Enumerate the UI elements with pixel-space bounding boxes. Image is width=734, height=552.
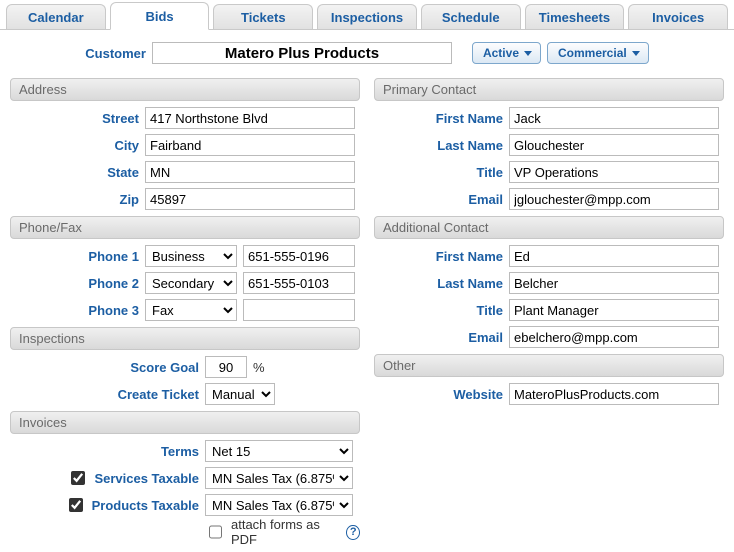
right-column: Primary Contact First Name Last Name Tit… (374, 74, 724, 546)
tab-tickets[interactable]: Tickets (213, 4, 313, 29)
tab-strip: Calendar Bids Tickets Inspections Schedu… (0, 0, 734, 30)
tab-invoices[interactable]: Invoices (628, 4, 728, 29)
section-inspections: Inspections (10, 327, 360, 350)
type-dropdown[interactable]: Commercial (547, 42, 649, 64)
attach-pdf-check[interactable] (209, 525, 222, 539)
ac-title-label: Title (374, 303, 509, 318)
services-taxable-check[interactable] (71, 471, 85, 485)
section-address: Address (10, 78, 360, 101)
score-goal-label: Score Goal (10, 360, 205, 375)
pc-email-label: Email (374, 192, 509, 207)
status-value: Active (483, 46, 519, 60)
services-taxable-label: Services Taxable (94, 471, 199, 486)
pc-email-input[interactable] (509, 188, 719, 210)
tab-timesheets[interactable]: Timesheets (525, 4, 625, 29)
pc-firstname-input[interactable] (509, 107, 719, 129)
pc-firstname-label: First Name (374, 111, 509, 126)
ac-email-label: Email (374, 330, 509, 345)
customer-label: Customer (85, 46, 146, 61)
section-other: Other (374, 354, 724, 377)
website-input[interactable] (509, 383, 719, 405)
zip-input[interactable] (145, 188, 355, 210)
city-input[interactable] (145, 134, 355, 156)
section-primary-contact: Primary Contact (374, 78, 724, 101)
terms-select[interactable]: Net 15 (205, 440, 353, 462)
ac-title-input[interactable] (509, 299, 719, 321)
chevron-down-icon (524, 51, 532, 56)
tab-inspections[interactable]: Inspections (317, 4, 417, 29)
products-taxable-label: Products Taxable (92, 498, 199, 513)
phone1-type[interactable]: Business (145, 245, 237, 267)
phone3-input[interactable] (243, 299, 355, 321)
section-invoices: Invoices (10, 411, 360, 434)
pc-lastname-input[interactable] (509, 134, 719, 156)
create-ticket-select[interactable]: Manual (205, 383, 275, 405)
pc-title-label: Title (374, 165, 509, 180)
create-ticket-label: Create Ticket (10, 387, 205, 402)
section-additional-contact: Additional Contact (374, 216, 724, 239)
street-label: Street (10, 111, 145, 126)
city-label: City (10, 138, 145, 153)
phone2-type[interactable]: Secondary (145, 272, 237, 294)
customer-input[interactable] (152, 42, 452, 64)
ac-lastname-label: Last Name (374, 276, 509, 291)
street-input[interactable] (145, 107, 355, 129)
pc-title-input[interactable] (509, 161, 719, 183)
website-label: Website (374, 387, 509, 402)
tab-schedule[interactable]: Schedule (421, 4, 521, 29)
ac-lastname-input[interactable] (509, 272, 719, 294)
products-tax-select[interactable]: MN Sales Tax (6.875%) (205, 494, 353, 516)
left-column: Address Street City State Zip Phone/Fax … (10, 74, 360, 546)
ac-email-input[interactable] (509, 326, 719, 348)
status-dropdown[interactable]: Active (472, 42, 541, 64)
zip-label: Zip (10, 192, 145, 207)
tab-bids[interactable]: Bids (110, 2, 210, 30)
section-phone: Phone/Fax (10, 216, 360, 239)
state-input[interactable] (145, 161, 355, 183)
phone3-label: Phone 3 (10, 303, 145, 318)
services-tax-select[interactable]: MN Sales Tax (6.875%) (205, 467, 353, 489)
terms-label: Terms (10, 444, 205, 459)
customer-row: Customer Active Commercial (10, 42, 724, 64)
products-taxable-check[interactable] (69, 498, 83, 512)
percent-label: % (253, 360, 265, 375)
pc-lastname-label: Last Name (374, 138, 509, 153)
help-icon[interactable]: ? (346, 525, 360, 540)
attach-pdf-label: attach forms as PDF (231, 517, 336, 547)
phone1-input[interactable] (243, 245, 355, 267)
chevron-down-icon (632, 51, 640, 56)
phone2-input[interactable] (243, 272, 355, 294)
phone1-label: Phone 1 (10, 249, 145, 264)
ac-firstname-input[interactable] (509, 245, 719, 267)
type-value: Commercial (558, 46, 627, 60)
state-label: State (10, 165, 145, 180)
phone2-label: Phone 2 (10, 276, 145, 291)
phone3-type[interactable]: Fax (145, 299, 237, 321)
ac-firstname-label: First Name (374, 249, 509, 264)
tab-calendar[interactable]: Calendar (6, 4, 106, 29)
score-goal-input[interactable] (205, 356, 247, 378)
